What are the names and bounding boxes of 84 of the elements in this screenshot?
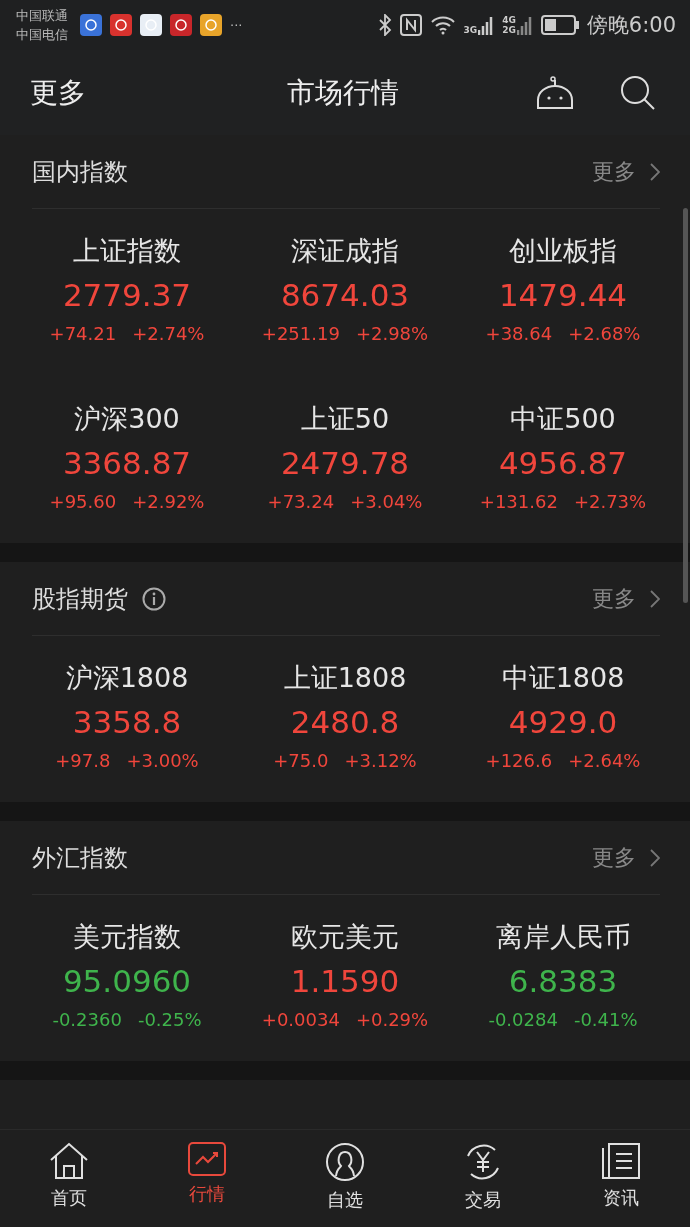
index-name[interactable]: 沪深300 — [74, 399, 180, 439]
tab-item[interactable]: 自选 — [276, 1130, 414, 1227]
more-link[interactable]: 更多 — [592, 583, 636, 614]
change-percent: +2.92% — [132, 490, 205, 514]
signal-icon — [516, 15, 533, 35]
info-icon[interactable] — [142, 586, 166, 611]
index-value: 6.8383 — [508, 962, 618, 1001]
change-percent: -0.41% — [573, 1008, 638, 1032]
change-value: -0.2360 — [52, 1008, 122, 1032]
change-value: +126.6 — [485, 749, 553, 773]
change-value: +97.8 — [55, 749, 111, 773]
tab-item[interactable]: 资讯 — [552, 1130, 690, 1227]
change-value: +131.62 — [479, 490, 558, 514]
index-name[interactable]: 中证1808 — [501, 658, 625, 698]
index-value: 2779.37 — [62, 276, 192, 315]
status-time: 傍晚6:00 — [586, 12, 676, 39]
page-title: 市场行情 — [286, 74, 400, 111]
change-percent: +3.00% — [126, 749, 199, 773]
newspaper-icon — [601, 1142, 641, 1180]
section-title: 外汇指数 — [32, 842, 128, 874]
index-name[interactable]: 美元指数 — [73, 917, 181, 957]
index-value: 2480.8 — [290, 703, 400, 742]
section-title: 股指期货 — [32, 583, 128, 615]
more-link[interactable]: 更多 — [30, 73, 230, 112]
index-value: 2479.78 — [280, 444, 410, 483]
section-title: 国内指数 — [32, 156, 128, 188]
change-value: +74.21 — [49, 322, 117, 346]
index-value: 8674.03 — [280, 276, 410, 315]
wifi-icon — [429, 15, 456, 35]
battery-icon — [540, 15, 579, 35]
index-value: 4929.0 — [508, 703, 618, 742]
index-value: 95.0960 — [62, 962, 192, 1001]
change-percent: +2.98% — [355, 322, 429, 346]
change-percent: +0.29% — [355, 1008, 429, 1032]
index-name[interactable]: 深证成指 — [291, 231, 399, 271]
change-percent: +2.68% — [568, 322, 641, 346]
person-icon — [325, 1142, 365, 1182]
more-link[interactable]: 更多 — [592, 842, 636, 873]
index-value: 3358.8 — [72, 703, 182, 742]
chevron-icon — [650, 162, 660, 181]
index-name[interactable]: 上证指数 — [73, 231, 181, 271]
nfc-icon — [399, 14, 422, 36]
change-value: -0.0284 — [488, 1008, 558, 1032]
index-value: 3368.87 — [62, 444, 192, 483]
network-label: 3G — [463, 25, 478, 35]
index-value: 1479.44 — [498, 276, 628, 315]
carrier-name: 中国联通 — [16, 7, 68, 25]
index-name[interactable]: 欧元美元 — [291, 917, 399, 957]
change-percent: +2.64% — [568, 749, 641, 773]
tab-item[interactable]: 行情 — [138, 1130, 276, 1227]
change-percent: +2.73% — [573, 490, 647, 514]
change-percent: +2.74% — [132, 322, 205, 346]
index-name[interactable]: 沪深1808 — [65, 658, 189, 698]
signal-icon — [478, 15, 495, 35]
index-name[interactable]: 中证500 — [510, 399, 616, 439]
index-name[interactable]: 上证50 — [300, 399, 390, 439]
chevron-icon — [650, 848, 660, 867]
chevron-icon — [650, 589, 660, 608]
change-percent: +3.12% — [344, 749, 417, 773]
index-name[interactable]: 上证1808 — [283, 658, 407, 698]
change-percent: +3.04% — [350, 490, 423, 514]
change-value: +251.19 — [261, 322, 340, 346]
overflow-indicator: ··· — [230, 17, 243, 33]
home-icon — [49, 1142, 89, 1180]
change-value: +38.64 — [485, 322, 553, 346]
index-value: 1.1590 — [290, 962, 400, 1001]
index-name[interactable]: 离岸人民币 — [495, 917, 631, 957]
change-value: +95.60 — [49, 490, 117, 514]
change-percent: -0.25% — [137, 1008, 202, 1032]
index-name[interactable]: 创业板指 — [509, 231, 617, 271]
network-label: 2G — [502, 25, 516, 35]
index-value: 4956.87 — [498, 444, 628, 483]
change-value: +75.0 — [273, 749, 329, 773]
tab-item[interactable]: 交易 — [414, 1130, 552, 1227]
more-link[interactable]: 更多 — [592, 156, 636, 187]
bluetooth-icon — [377, 14, 392, 36]
chart-icon — [188, 1142, 226, 1176]
search-icon[interactable] — [620, 74, 656, 111]
network-label: 4G — [502, 15, 516, 25]
change-value: +73.24 — [267, 490, 335, 514]
change-value: +0.0034 — [261, 1008, 340, 1032]
robot-icon[interactable] — [536, 75, 574, 110]
carrier-name: 中国电信 — [16, 26, 68, 44]
tab-item[interactable]: 首页 — [0, 1130, 138, 1227]
